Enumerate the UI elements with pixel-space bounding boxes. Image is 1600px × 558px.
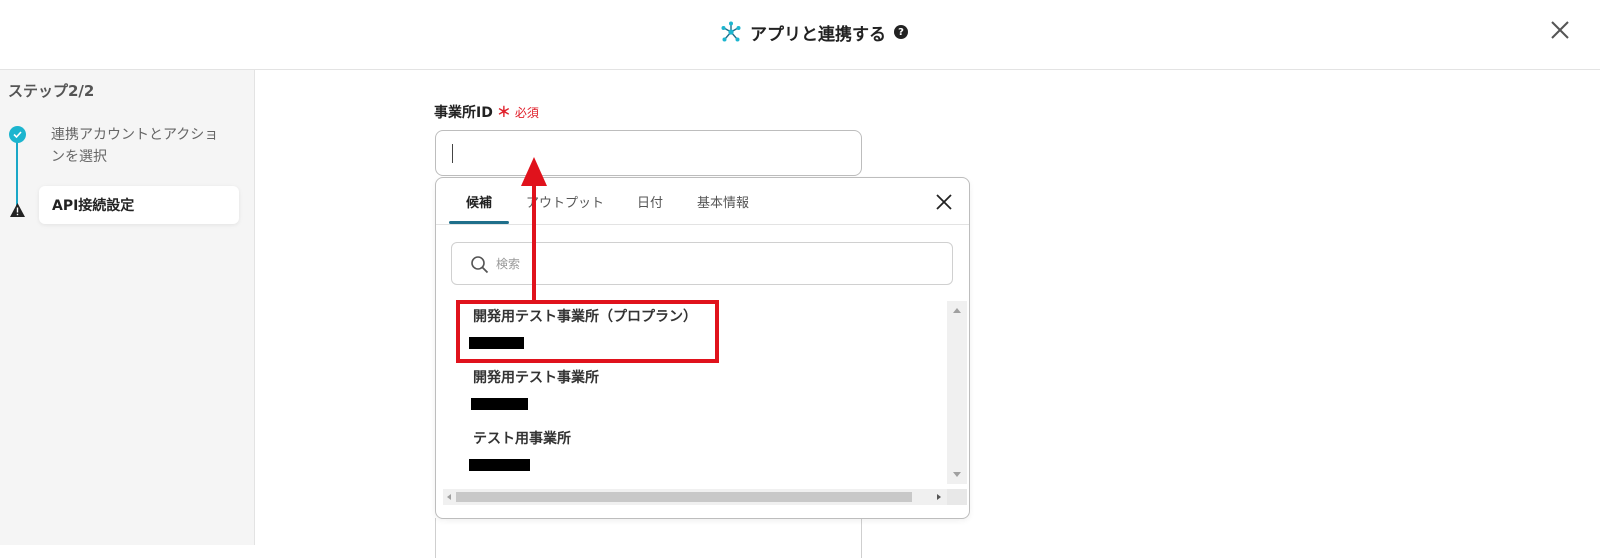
search-icon	[471, 256, 489, 274]
help-icon[interactable]: ?	[894, 25, 908, 39]
active-tab-underline	[449, 221, 509, 224]
step-2-label: API接続設定	[52, 198, 135, 214]
step-connector	[16, 138, 18, 206]
scroll-down-icon[interactable]	[947, 468, 967, 480]
required-text: 必須	[514, 106, 539, 120]
scroll-right-icon[interactable]	[933, 489, 945, 505]
step-2-card[interactable]: API接続設定	[39, 186, 239, 224]
office-id-input[interactable]	[435, 130, 862, 176]
modal-header: アプリと連携する ?	[0, 0, 1600, 70]
modal-title-text: アプリと連携する	[750, 24, 886, 45]
next-field-box	[435, 518, 862, 558]
redacted-id	[469, 459, 530, 471]
search-input[interactable]	[496, 253, 936, 275]
scroll-up-icon[interactable]	[947, 305, 967, 317]
redacted-id	[471, 398, 528, 410]
highlight-annotation	[456, 300, 719, 363]
integration-hub-icon	[721, 21, 741, 42]
office-id-label: 事業所ID ＊ 必須	[434, 102, 539, 122]
vertical-scrollbar[interactable]	[947, 301, 967, 484]
close-icon[interactable]	[1548, 18, 1572, 42]
dropdown-tabs: 候補 アウトプット 日付 基本情報	[436, 178, 969, 225]
search-box[interactable]	[451, 242, 953, 285]
scroll-corner	[947, 489, 967, 505]
list-item[interactable]: 開発用テスト事業所	[451, 361, 936, 419]
step-heading: ステップ2/2	[8, 82, 95, 100]
field-label-text: 事業所ID	[434, 105, 493, 121]
check-circle-icon	[9, 126, 26, 143]
scroll-thumb[interactable]	[456, 492, 912, 502]
step-1-label[interactable]: 連携アカウントとアクションを選択	[51, 124, 231, 168]
tab-basic-info[interactable]: 基本情報	[697, 192, 749, 211]
tab-output[interactable]: アウトプット	[526, 192, 604, 211]
step-sidebar: ステップ2/2 連携アカウントとアクションを選択 API接続設定	[0, 70, 255, 545]
tab-candidates[interactable]: 候補	[466, 192, 492, 211]
horizontal-scrollbar[interactable]	[443, 489, 947, 505]
modal-title: アプリと連携する ?	[720, 18, 908, 46]
required-star: ＊	[496, 105, 511, 121]
close-icon[interactable]	[935, 193, 953, 211]
scroll-left-icon[interactable]	[443, 489, 455, 505]
tab-date[interactable]: 日付	[637, 192, 663, 211]
item-label: 開発用テスト事業所	[473, 370, 599, 386]
warning-icon	[10, 203, 25, 217]
text-caret	[452, 144, 453, 163]
item-label: テスト用事業所	[473, 431, 571, 447]
list-item[interactable]: テスト用事業所	[451, 422, 936, 480]
